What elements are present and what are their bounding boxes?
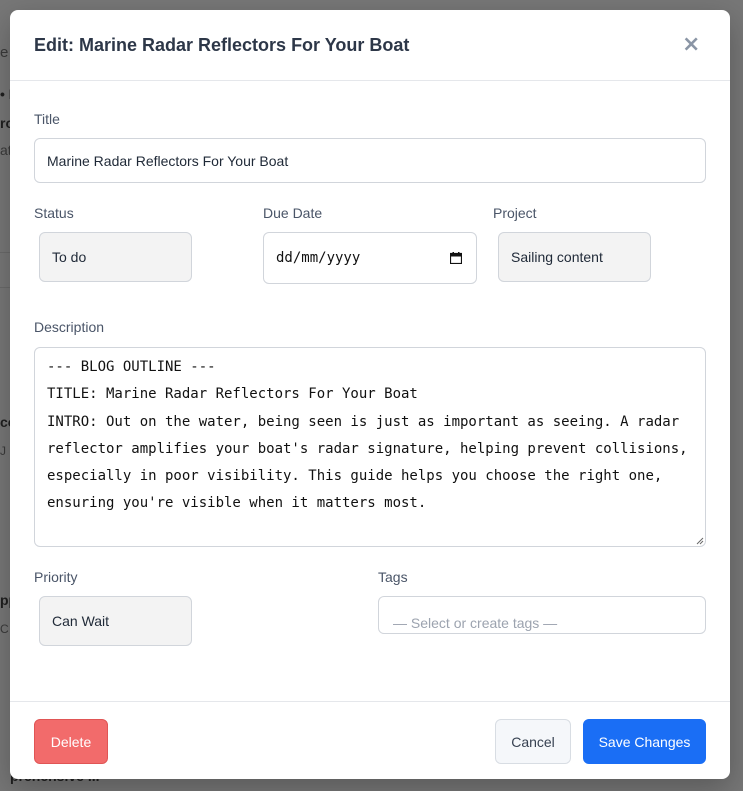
background-text: e [0,44,9,61]
priority-label: Priority [34,569,78,585]
description-label: Description [34,319,105,335]
status-label: Status [34,205,74,221]
due-date-placeholder: dd/mm/yyyy [276,250,361,266]
tags-input[interactable]: — Select or create tags — [378,596,706,634]
modal-footer: Delete Cancel Save Changes [10,701,730,779]
description-textarea[interactable]: --- BLOG OUTLINE --- TITLE: Marine Radar… [34,347,706,547]
title-input[interactable]: Marine Radar Reflectors For Your Boat [34,138,706,183]
background-divider [0,252,10,253]
save-button[interactable]: Save Changes [583,719,706,764]
modal-title: Edit: Marine Radar Reflectors For Your B… [34,35,410,55]
due-date-input[interactable]: dd/mm/yyyy [263,232,477,284]
cancel-button[interactable]: Cancel [495,719,571,764]
due-date-label: Due Date [263,205,323,221]
tags-label: Tags [378,569,408,585]
background-text: C [0,622,9,636]
priority-select-value: Can Wait [52,613,110,629]
delete-button[interactable]: Delete [34,719,108,764]
title-input-value: Marine Radar Reflectors For Your Boat [47,152,289,169]
status-select-value: To do [52,249,87,265]
background-divider [0,287,10,288]
resize-grip-icon[interactable] [696,537,704,545]
project-label: Project [493,205,537,221]
tags-placeholder: — Select or create tags — [393,615,558,631]
close-icon[interactable]: × [682,34,700,56]
edit-task-modal: Edit: Marine Radar Reflectors For Your B… [10,10,730,779]
calendar-icon[interactable] [450,252,462,264]
background-text: J [0,444,6,458]
title-label: Title [34,111,60,127]
priority-select[interactable]: Can Wait [39,596,192,646]
project-select-value: Sailing content [511,249,603,265]
status-select[interactable]: To do [39,232,192,282]
modal-header: Edit: Marine Radar Reflectors For Your B… [10,10,730,81]
project-select[interactable]: Sailing content [498,232,651,282]
